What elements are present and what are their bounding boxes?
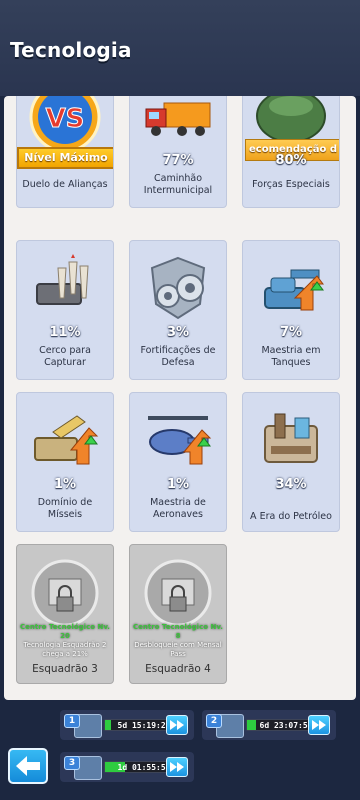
fast-forward-icon: [170, 762, 184, 772]
lock-requirement: Centro Tecnológico Nv. 20 Tecnologia Esq…: [17, 623, 113, 659]
tech-card-aeronaves[interactable]: 1% Maestria de Aeronaves: [129, 392, 227, 532]
card-label: Forças Especiais: [252, 179, 330, 190]
helicopter-icon: [130, 393, 226, 489]
progress-percent: 11%: [49, 325, 81, 340]
card-label: Esquadrão 4: [145, 663, 211, 675]
card-label: Maestria de Aeronaves: [150, 497, 206, 520]
tech-card-esquadrao-3[interactable]: Centro Tecnológico Nv. 20 Tecnologia Esq…: [16, 544, 114, 684]
card-label: Cerco para Capturar: [39, 345, 91, 368]
tech-card-cerco[interactable]: 11% Cerco para Capturar: [16, 240, 114, 380]
card-label: Duelo de Alianças: [22, 179, 108, 190]
missile-launcher-icon: [17, 393, 113, 489]
card-label: Caminhão Intermunicipal: [143, 173, 213, 196]
lock-title: Centro Tecnológico Nv. 8: [133, 623, 223, 640]
tech-card-caminhao[interactable]: 77% Caminhão Intermunicipal: [129, 96, 227, 208]
speed-up-button[interactable]: [308, 715, 330, 735]
progress-percent: 34%: [275, 477, 307, 492]
tech-card-duelo[interactable]: VS Nível Máximo Duelo de Alianças: [16, 96, 114, 208]
card-label: Maestria em Tanques: [261, 345, 321, 368]
progress-percent: 77%: [162, 153, 194, 168]
arrow-left-icon: [16, 756, 40, 776]
tech-card-forcas[interactable]: ecomendação d 80% Forças Especiais: [242, 96, 340, 208]
oil-pump-icon: [243, 393, 339, 489]
card-label: Domínio de Mísseis: [37, 497, 93, 520]
research-queue-3[interactable]: 3 1d 01:55:50: [60, 752, 194, 782]
progress-percent: 3%: [166, 325, 190, 340]
card-label: Esquadrão 3: [32, 663, 98, 675]
tech-card-tanques[interactable]: 7% Maestria em Tanques: [242, 240, 340, 380]
queue-number-badge: 3: [64, 756, 80, 770]
tech-card-petroleo[interactable]: 34% A Era do Petróleo: [242, 392, 340, 532]
fast-forward-icon: [170, 720, 184, 730]
technology-panel: VS Nível Máximo Duelo de Alianças 77% Ca…: [4, 96, 356, 700]
max-level-badge: Nível Máximo: [17, 147, 113, 169]
research-queue-bar: 1 5d 15:19:26 2 6d 23:07:59 3 1d 01:55:5…: [0, 700, 360, 800]
tech-card-misseis[interactable]: 1% Domínio de Mísseis: [16, 392, 114, 532]
card-label: A Era do Petróleo: [250, 511, 332, 522]
tech-card-fortificacoes[interactable]: 3% Fortificações de Defesa: [129, 240, 227, 380]
progress-percent: 7%: [279, 325, 303, 340]
back-button[interactable]: [8, 748, 48, 784]
shield-gear-icon: [130, 241, 226, 337]
queue-number-badge: 2: [206, 714, 222, 728]
research-queue-2[interactable]: 2 6d 23:07:59: [202, 710, 336, 740]
lock-requirement: Centro Tecnológico Nv. 8 Desbloqueie com…: [130, 623, 226, 659]
speed-up-button[interactable]: [166, 715, 188, 735]
lock-text: Desbloqueie com Mensal Pass: [134, 641, 222, 658]
progress-percent: 1%: [53, 477, 77, 492]
progress-percent: 80%: [275, 153, 307, 168]
missile-pod-icon: [17, 241, 113, 337]
speed-up-button[interactable]: [166, 757, 188, 777]
svg-text:VS: VS: [46, 104, 85, 134]
header-bar: Tecnologia: [0, 0, 360, 96]
lock-text: Tecnologia Esquadrão 2 chega a 21%: [23, 641, 107, 658]
research-queue-1[interactable]: 1 5d 15:19:26: [60, 710, 194, 740]
lock-title: Centro Tecnológico Nv. 20: [20, 623, 110, 640]
tank-icon: [243, 241, 339, 337]
fast-forward-icon: [312, 720, 326, 730]
queue-number-badge: 1: [64, 714, 80, 728]
page-title: Tecnologia: [10, 38, 132, 62]
progress-percent: 1%: [166, 477, 190, 492]
card-label: Fortificações de Defesa: [140, 345, 216, 368]
tech-card-esquadrao-4[interactable]: Centro Tecnológico Nv. 8 Desbloqueie com…: [129, 544, 227, 684]
